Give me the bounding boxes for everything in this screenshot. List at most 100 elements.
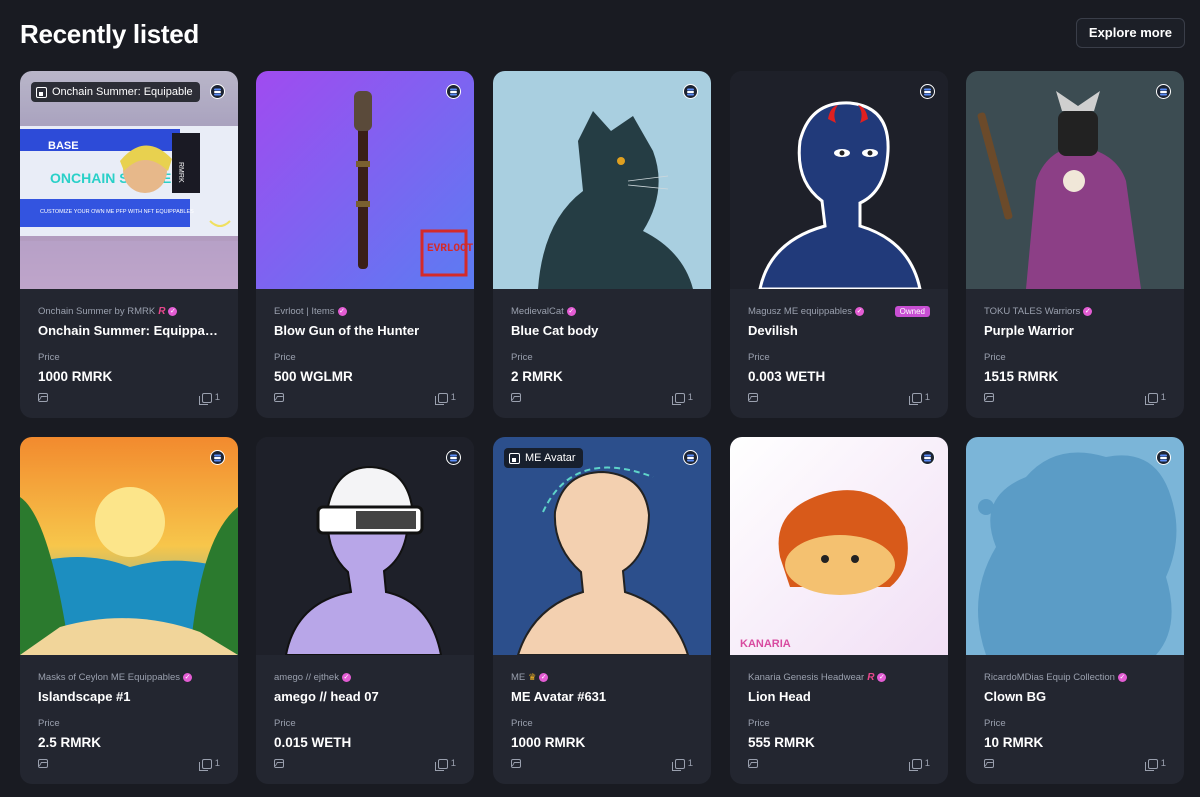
collection-name: Evrloot | Items (274, 305, 335, 317)
page-title: Recently listed (20, 19, 200, 49)
chain-icon (1156, 84, 1171, 99)
nft-image (730, 71, 948, 289)
chain-icon (683, 84, 698, 99)
nft-name: Devilish (748, 323, 798, 338)
collection-link[interactable]: MedievalCat ✓ (511, 304, 693, 318)
collection-name: RicardoMDias Equip Collection (984, 671, 1115, 683)
price-label: Price (511, 352, 533, 363)
image-icon (38, 759, 48, 768)
price-label: Price (984, 718, 1006, 729)
chain-icon (446, 84, 461, 99)
collection-link[interactable]: Masks of Ceylon ME Equippables ✓ (38, 670, 220, 684)
price-value: 500 WGLMR (274, 369, 353, 384)
collection-link[interactable]: amego // ejthek ✓ (274, 670, 456, 684)
nft-card[interactable]: MedievalCat ✓ Blue Cat body Price 2 RMRK … (493, 71, 711, 418)
nft-image (20, 437, 238, 655)
nft-card[interactable]: Magusz ME equippables ✓ Owned Devilish Pr… (730, 71, 948, 418)
chain-icon (920, 450, 935, 465)
art-text: BASE (48, 140, 79, 152)
rmrk-icon: R (867, 671, 875, 683)
nft-name: Clown BG (984, 689, 1047, 704)
tag-label: ME Avatar (525, 452, 576, 464)
nft-image: BASE ONCHAIN SUMMER CUSTOMIZE YOUR OWN M… (20, 71, 238, 289)
collection-link[interactable]: Onchain Summer by RMRK R ✓ (38, 304, 220, 318)
image-icon (274, 393, 284, 402)
copies-count: 1 (671, 392, 693, 405)
collection-name: Kanaria Genesis Headwear (748, 671, 865, 683)
explore-more-button[interactable]: Explore more (1075, 18, 1185, 48)
nft-name: Purple Warrior (984, 323, 1074, 338)
price-label: Price (748, 718, 770, 729)
verified-icon: ✓ (337, 306, 347, 316)
price-value: 10 RMRK (984, 735, 1044, 750)
price-label: Price (748, 352, 770, 363)
nft-name: Blue Cat body (511, 323, 599, 338)
collection-link[interactable]: Evrloot | Items ✓ (274, 304, 456, 318)
art-text: RMRK (177, 162, 184, 183)
copies-icon (198, 758, 212, 771)
collection-link[interactable]: ME ♛ ✓ (511, 670, 693, 684)
copies-icon (198, 392, 212, 405)
collection-name: TOKU TALES Warriors (984, 305, 1081, 317)
nft-card[interactable]: EVRLOOT Evrloot | Items ✓ Blow Gun of the… (256, 71, 474, 418)
page-header: Recently listed Explore more (20, 18, 1185, 50)
nft-image: ME Avatar (493, 437, 711, 655)
crown-icon: ♛ (528, 671, 537, 682)
image-icon (38, 393, 48, 402)
verified-icon: ✓ (341, 672, 351, 682)
collection-link[interactable]: RicardoMDias Equip Collection ✓ (984, 670, 1166, 684)
nft-image (493, 71, 711, 289)
nft-name: amego // head 07 (274, 689, 379, 704)
copies-count: 1 (908, 758, 930, 771)
copies-value: 1 (687, 392, 693, 403)
chain-icon (210, 84, 225, 99)
copies-icon (1144, 392, 1158, 405)
image-icon (984, 393, 994, 402)
copies-value: 1 (214, 392, 220, 403)
nft-card[interactable]: Masks of Ceylon ME Equippables ✓ Islandsc… (20, 437, 238, 784)
nft-name: Islandscape #1 (38, 689, 131, 704)
price-value: 0.015 WETH (274, 735, 352, 750)
collection-link[interactable]: TOKU TALES Warriors ✓ (984, 304, 1166, 318)
nft-name: Blow Gun of the Hunter (274, 323, 420, 338)
rmrk-icon: R (158, 305, 166, 317)
verified-icon: ✓ (1117, 672, 1127, 682)
image-icon (748, 393, 758, 402)
price-value: 1000 RMRK (511, 735, 586, 750)
price-label: Price (984, 352, 1006, 363)
nft-card[interactable]: KANARIA Kanaria Genesis Headwear R ✓ Lion … (730, 437, 948, 784)
art-text: CUSTOMIZE YOUR OWN ME PFP WITH NFT EQUIP… (40, 209, 194, 215)
image-icon (748, 759, 758, 768)
nft-card[interactable]: RicardoMDias Equip Collection ✓ Clown BG … (966, 437, 1184, 784)
price-label: Price (38, 718, 60, 729)
copies-icon (434, 758, 448, 771)
copies-icon (908, 392, 922, 405)
verified-icon: ✓ (877, 672, 887, 682)
copies-count: 1 (908, 392, 930, 405)
nft-card[interactable]: amego // ejthek ✓ amego // head 07 Price … (256, 437, 474, 784)
tag-label: Onchain Summer: Equipable (52, 86, 193, 98)
image-icon (984, 759, 994, 768)
copies-icon (671, 758, 685, 771)
collection-name: Magusz ME equippables (748, 305, 853, 317)
verified-icon: ✓ (566, 306, 576, 316)
copies-icon (1144, 758, 1158, 771)
copies-value: 1 (214, 758, 220, 769)
copies-count: 1 (1144, 392, 1166, 405)
image-icon (274, 759, 284, 768)
nft-image: KANARIA (730, 437, 948, 655)
art-text: EVRLOOT (427, 243, 474, 255)
copies-count: 1 (198, 392, 220, 405)
nft-name: ME Avatar #631 (511, 689, 607, 704)
collection-link[interactable]: Kanaria Genesis Headwear R ✓ (748, 670, 930, 684)
nft-image (966, 437, 1184, 655)
copies-icon (434, 392, 448, 405)
nft-card[interactable]: ME Avatar ME ♛ ✓ ME Avatar #631 Price 1000… (493, 437, 711, 784)
image-icon (509, 452, 520, 464)
price-value: 0.003 WETH (748, 369, 826, 384)
chain-icon (210, 450, 225, 465)
collection-name: MedievalCat (511, 305, 564, 317)
nft-card[interactable]: TOKU TALES Warriors ✓ Purple Warrior Pric… (966, 71, 1184, 418)
nft-card[interactable]: BASE ONCHAIN SUMMER CUSTOMIZE YOUR OWN M… (20, 71, 238, 418)
collection-tag: ME Avatar (504, 448, 583, 468)
